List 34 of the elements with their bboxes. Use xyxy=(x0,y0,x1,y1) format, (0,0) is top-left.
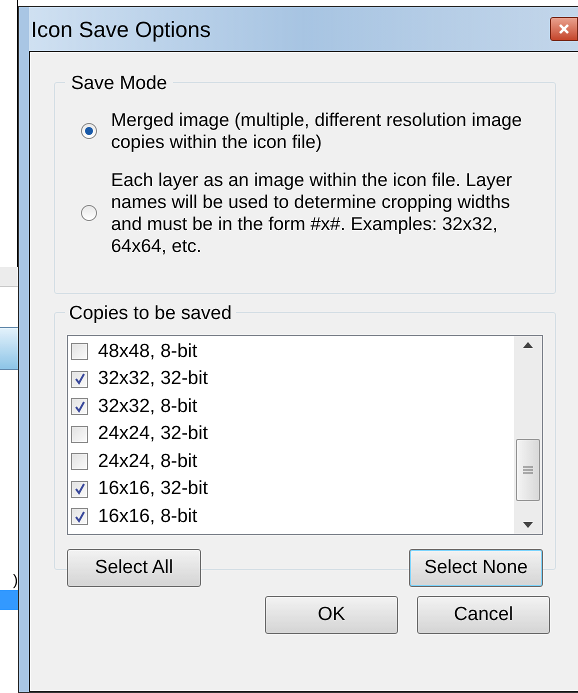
radio-button[interactable] xyxy=(81,123,97,139)
close-icon xyxy=(558,23,570,35)
option-label: Each layer as an image within the icon file. Layer names will be used to determine cropping widths and must be in the form #x#. Examples: 32x32, 64x64, etc. xyxy=(111,169,514,257)
checkbox[interactable] xyxy=(71,426,88,443)
checkbox[interactable] xyxy=(71,508,88,526)
toolbar-strip xyxy=(0,267,18,287)
list-item[interactable]: 24x24, 32-bit xyxy=(71,420,514,448)
dialog-button[interactable]: Cancel xyxy=(417,596,550,634)
checkbox[interactable] xyxy=(71,453,88,470)
select-button[interactable]: Select All xyxy=(67,549,201,587)
selected-row xyxy=(0,590,18,610)
checkbox[interactable] xyxy=(71,370,88,388)
scroll-thumb[interactable] xyxy=(516,439,540,501)
scroll-down-icon[interactable] xyxy=(523,522,533,528)
dialog-button[interactable]: OK xyxy=(265,596,398,634)
checkbox[interactable] xyxy=(71,398,88,416)
list-item[interactable]: 32x32, 8-bit xyxy=(71,393,514,420)
scrollbar[interactable] xyxy=(514,336,542,534)
radio-button[interactable] xyxy=(81,205,97,221)
scroll-up-icon[interactable] xyxy=(523,342,533,348)
list-item[interactable]: 16x16, 32-bit xyxy=(71,476,514,503)
grip-icon xyxy=(523,466,533,474)
close-button[interactable] xyxy=(550,17,578,41)
header-bar xyxy=(0,327,18,370)
select-button[interactable]: Select None xyxy=(409,549,543,587)
list-item[interactable]: 48x48, 8-bit xyxy=(71,338,514,366)
list-item[interactable]: 32x32, 32-bit xyxy=(71,366,514,393)
list-item[interactable]: 24x24, 8-bit xyxy=(71,448,514,476)
list-item[interactable]: 16x16, 8-bit xyxy=(71,503,514,530)
cut-text: ) xyxy=(13,572,18,590)
checkbox[interactable] xyxy=(71,343,88,360)
window-title: Icon Save Options xyxy=(31,16,211,44)
checkbox[interactable] xyxy=(71,480,88,498)
option-label: Merged image (multiple, different resolution image copies within the icon file) xyxy=(111,109,523,153)
